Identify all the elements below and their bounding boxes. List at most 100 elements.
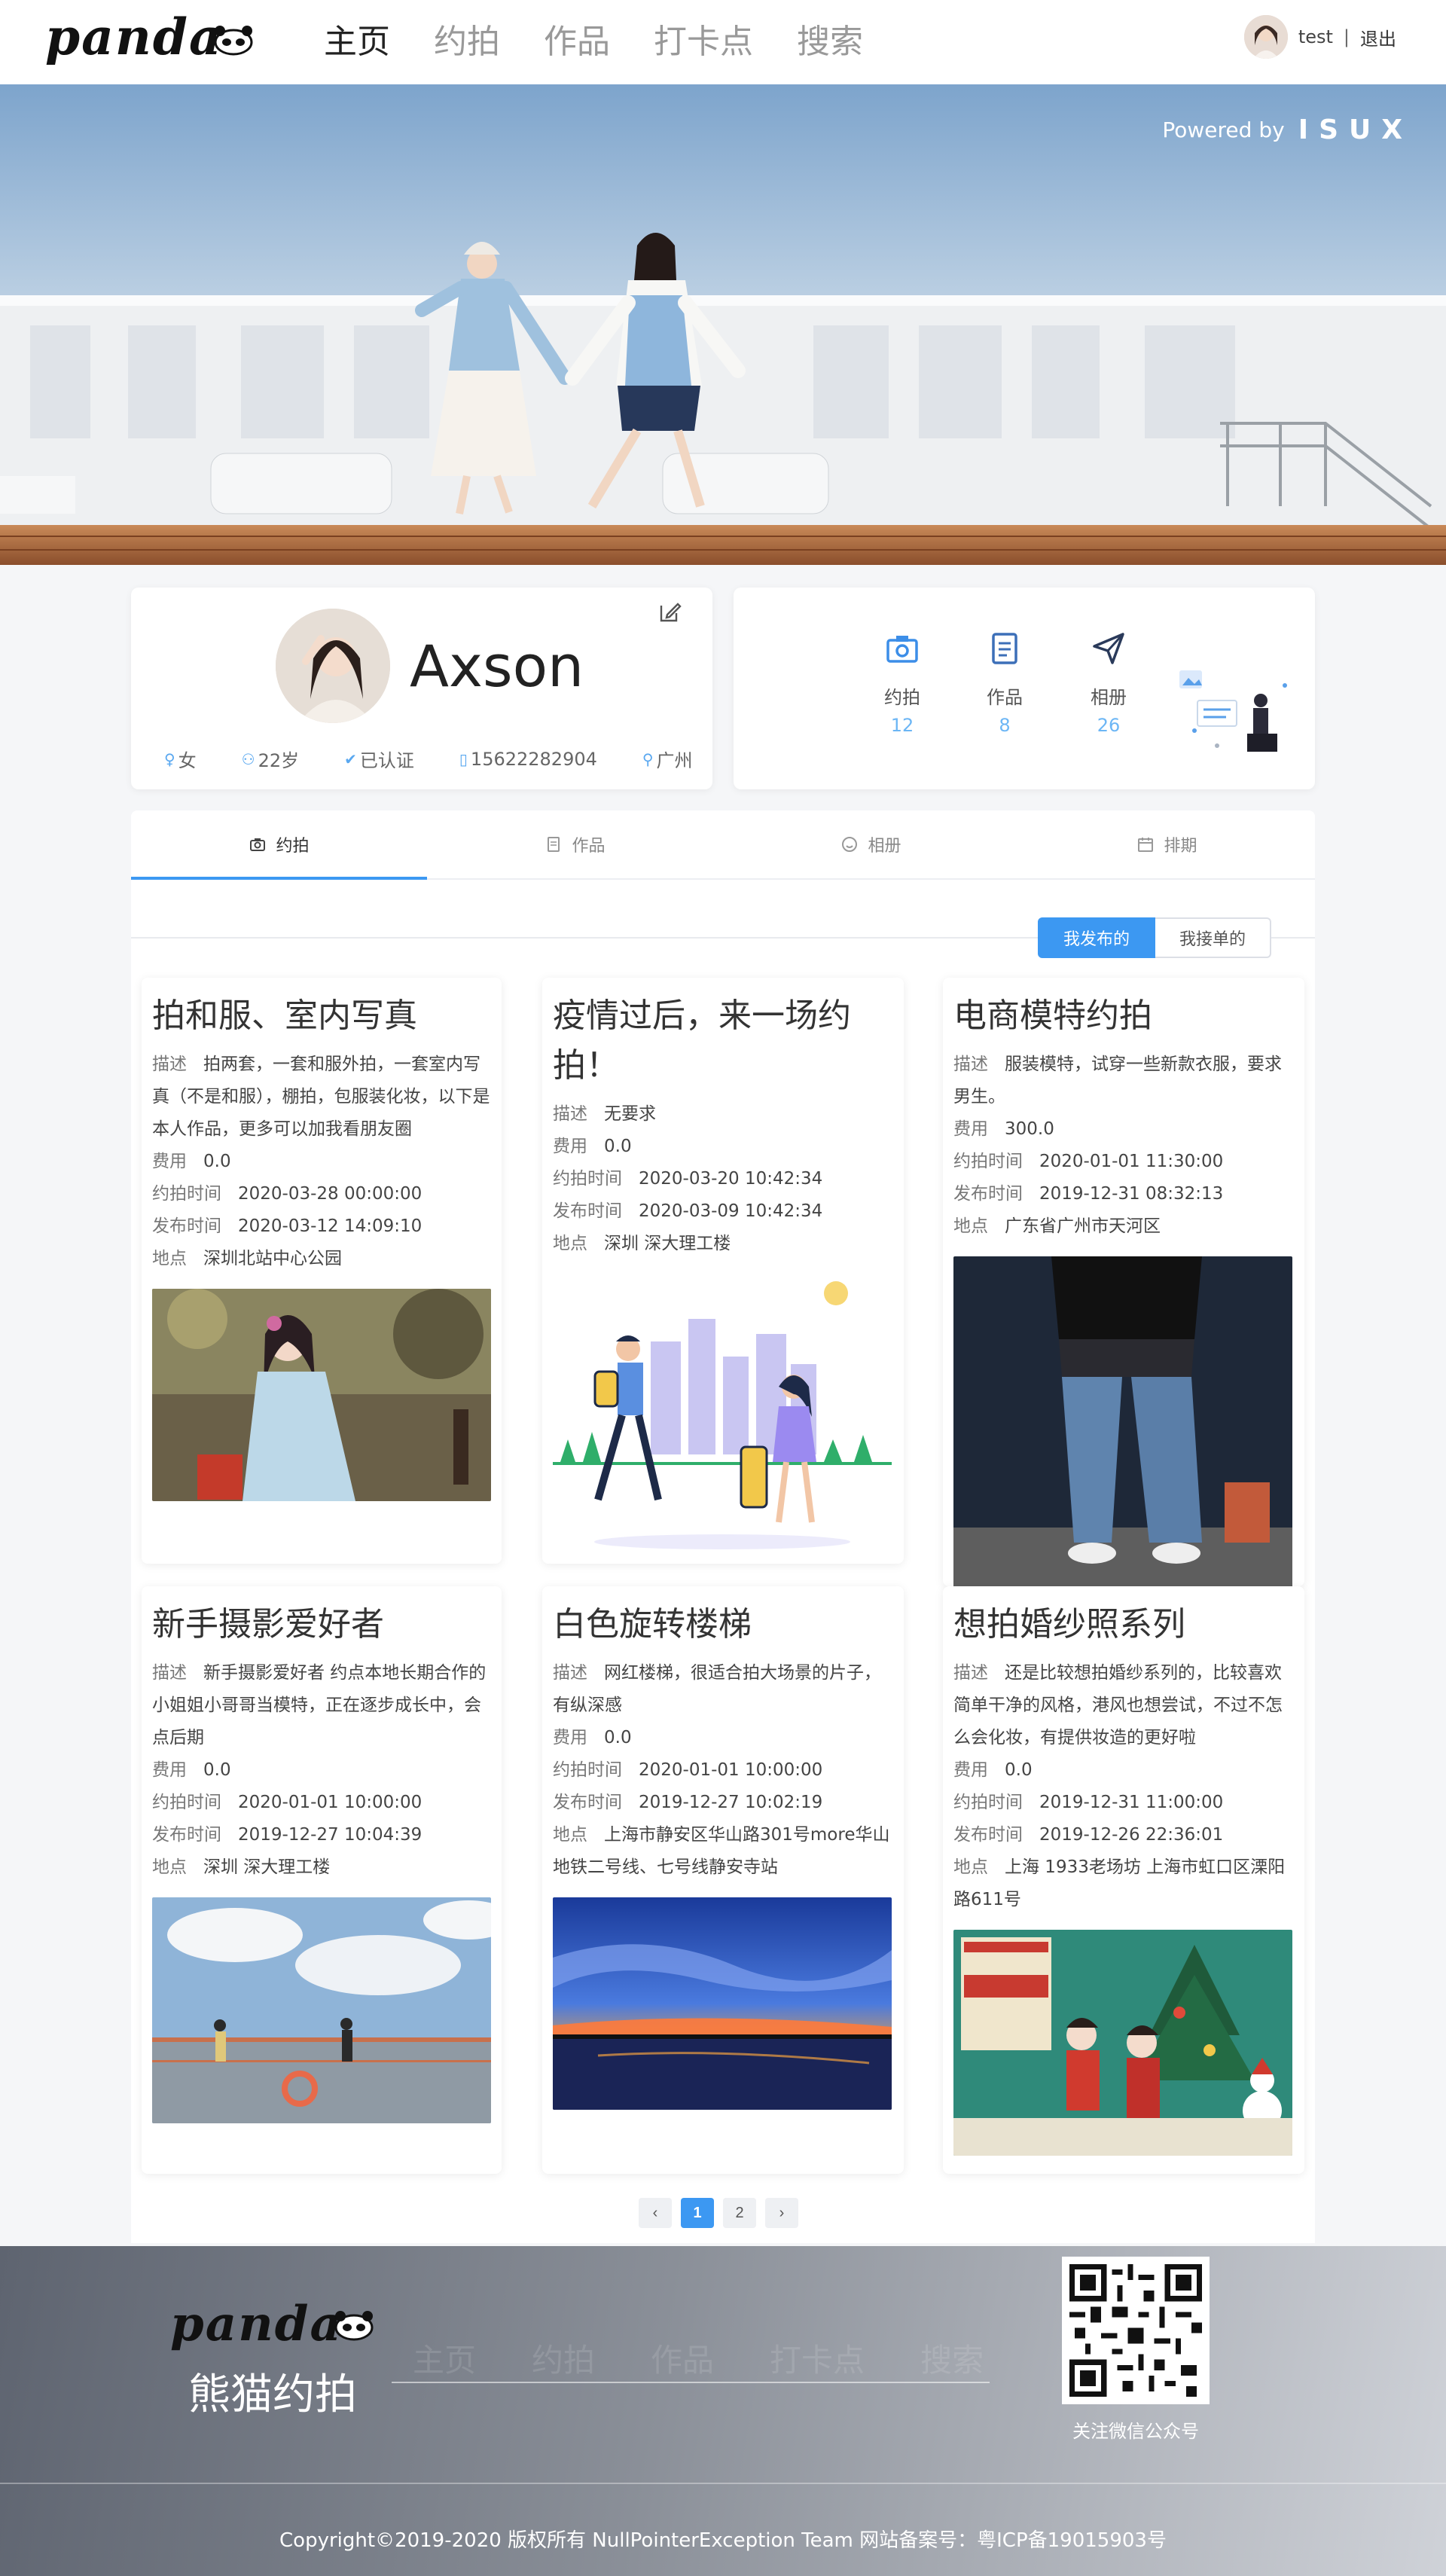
main-nav: 主页 约拍 作品 打卡点 搜索 [324, 20, 863, 65]
post-fee: 费用 0.0 [152, 1152, 231, 1171]
top-header: panda 主页 约拍 作品 打卡点 搜索 test | 退出 [0, 0, 1446, 84]
post-publish-time: 发布时间 2019-12-26 22:36:01 [953, 1825, 1224, 1845]
post-photo[interactable] [152, 1897, 502, 2123]
post-fee: 费用 0.0 [953, 1760, 1033, 1780]
footer-nav-underline [392, 2382, 990, 2383]
filter-accepted-button[interactable]: 我接单的 [1155, 917, 1271, 958]
profile-info: ♀ 女 ⚇ 22岁 ✔ 已认证 ▯ 15622282904 ⚲ 广州 [164, 746, 693, 772]
calendar-icon [1138, 838, 1154, 852]
camera-icon [250, 838, 266, 851]
post-photo[interactable] [953, 1256, 1292, 1586]
profile-avatar[interactable] [276, 609, 390, 723]
post-card[interactable]: 电商模特约拍 描述 服装模特，试穿一些新款衣服，要求男生。 费用 300.0 约拍时… [943, 978, 1304, 1586]
post-card[interactable]: 拍和服、室内写真 描述 拍两套，一套和服外拍，一套室内写真（不是和服），棚拍，包服… [142, 978, 502, 1564]
post-publish-time: 发布时间 2020-03-12 14:09:10 [152, 1216, 423, 1236]
tab-appointment[interactable]: 约拍 [131, 810, 427, 880]
nav-checkin[interactable]: 打卡点 [654, 20, 753, 65]
footer-rule [0, 2483, 1446, 2484]
post-publish-time: 发布时间 2020-03-09 10:42:34 [553, 1201, 823, 1221]
nav-search[interactable]: 搜索 [797, 20, 863, 65]
footer-nav-home[interactable]: 主页 [413, 2335, 476, 2381]
footer-nav-appointment[interactable]: 约拍 [532, 2335, 595, 2381]
site-footer: panda 熊猫约拍 主页 约拍 作品 打卡点 搜索 关注微信公众号 Copyr… [0, 2246, 1446, 2576]
smile-icon [842, 837, 858, 852]
stat-count: 8 [999, 715, 1011, 736]
hero-photo [0, 84, 1446, 565]
user-name[interactable]: test [1298, 26, 1333, 47]
profile-verified: ✔ 已认证 [344, 749, 414, 772]
post-desc: 描述 无要求 [553, 1104, 656, 1124]
page-button-2[interactable]: 2 [723, 2198, 756, 2228]
tab-label: 约拍 [276, 837, 310, 856]
nav-appointment[interactable]: 约拍 [434, 20, 500, 65]
panda-logo-icon [334, 2311, 374, 2341]
powered-by: Powered by ISUX [1162, 114, 1413, 145]
post-title: 新手摄影爱好者 [152, 1605, 384, 1644]
footer-nav: 主页 约拍 作品 打卡点 搜索 [413, 2335, 984, 2381]
stat-works[interactable]: 作品 8 [967, 630, 1042, 736]
stat-appointment[interactable]: 约拍 12 [865, 630, 940, 736]
content-tabs: 约拍 作品 相册 排期 [131, 810, 1315, 880]
filter-toggle: 我发布的 我接单的 [1037, 917, 1271, 958]
stat-label: 作品 [987, 687, 1023, 708]
stat-label: 相册 [1091, 687, 1127, 708]
post-fee: 费用 0.0 [553, 1728, 632, 1747]
post-photo[interactable] [152, 1289, 491, 1501]
logout-link[interactable]: 退出 [1360, 24, 1396, 50]
send-icon [1093, 633, 1124, 664]
prev-page-button[interactable]: ‹ [639, 2198, 672, 2228]
user-separator: | [1343, 26, 1350, 47]
edit-icon[interactable] [657, 600, 682, 625]
tab-album[interactable]: 相册 [723, 810, 1019, 878]
post-photo[interactable] [553, 1897, 892, 2110]
post-title: 拍和服、室内写真 [152, 997, 417, 1035]
post-shoot-time: 约拍时间 2020-01-01 10:00:00 [152, 1793, 423, 1812]
post-place: 地点 深圳北站中心公园 [152, 1249, 342, 1268]
post-shoot-time: 约拍时间 2019-12-31 11:00:00 [953, 1793, 1224, 1812]
panda-logo-icon [214, 26, 253, 56]
post-title: 疫情过后，来一场约拍！ [553, 997, 851, 1085]
post-place: 地点 广东省广州市天河区 [953, 1216, 1161, 1236]
page-button-1[interactable]: 1 [681, 2198, 714, 2228]
footer-nav-works[interactable]: 作品 [651, 2335, 714, 2381]
user-avatar[interactable] [1243, 15, 1288, 59]
post-card[interactable]: 新手摄影爱好者 描述 新手摄影爱好者 约点本地长期合作的小姐姐小哥哥当模特，正在逐… [142, 1586, 502, 2174]
stat-album[interactable]: 相册 26 [1071, 630, 1146, 736]
copyright-text: Copyright©2019-2020 版权所有 NullPointerExce… [279, 2529, 1167, 2552]
post-card[interactable]: 想拍婚纱照系列 描述 还是比较想拍婚纱系列的，比较喜欢简单干净的风格，港风也想尝试… [943, 1586, 1304, 2174]
isux-logo: ISUX [1298, 114, 1413, 145]
next-page-button[interactable]: › [765, 2198, 798, 2228]
document-icon [548, 837, 560, 852]
pagination: ‹ 1 2 › [639, 2198, 798, 2228]
post-title: 白色旋转楼梯 [553, 1605, 752, 1644]
female-icon: ♀ [164, 749, 175, 768]
person-icon: ⚇ [241, 749, 255, 768]
post-place: 地点 深圳 深大理工楼 [553, 1234, 731, 1253]
profile-card: Axson ♀ 女 ⚇ 22岁 ✔ 已认证 ▯ 15622282904 ⚲ 广州 [131, 588, 712, 789]
post-photo[interactable] [953, 1930, 1292, 2156]
post-place: 地点 上海市静安区华山路301号more华山 地铁二号线、七号线静安寺站 [553, 1825, 890, 1877]
tab-schedule[interactable]: 排期 [1019, 810, 1315, 878]
post-shoot-time: 约拍时间 2020-01-01 10:00:00 [553, 1760, 823, 1780]
post-title: 想拍婚纱照系列 [953, 1605, 1185, 1644]
nav-home[interactable]: 主页 [324, 20, 390, 65]
footer-logo[interactable]: panda [170, 2296, 396, 2356]
post-desc: 描述 还是比较想拍婚纱系列的，比较喜欢简单干净的风格，港风也想尝试，不过不怎么会化… [953, 1663, 1283, 1747]
post-card[interactable]: 疫情过后，来一场约拍！ 描述 无要求 费用 0.0 约拍时间 2020-03-20 1… [542, 978, 904, 1564]
post-publish-time: 发布时间 2019-12-27 10:02:19 [553, 1793, 823, 1812]
filter-published-button[interactable]: 我发布的 [1037, 917, 1155, 958]
tab-works[interactable]: 作品 [427, 810, 723, 878]
site-logo[interactable]: panda [45, 8, 256, 75]
profile-name: Axson [410, 633, 584, 700]
nav-works[interactable]: 作品 [544, 20, 610, 65]
footer-nav-search[interactable]: 搜索 [920, 2335, 984, 2381]
post-card[interactable]: 白色旋转楼梯 描述 网红楼梯，很适合拍大场景的片子，有纵深感 费用 0.0 约拍时间… [542, 1586, 904, 2174]
logo-text: panda [45, 8, 223, 66]
footer-nav-checkin[interactable]: 打卡点 [770, 2335, 865, 2381]
profile-phone: ▯ 15622282904 [459, 748, 597, 770]
post-desc: 描述 新手摄影爱好者 约点本地长期合作的小姐姐小哥哥当模特，正在逐步成长中，会点后… [152, 1663, 487, 1747]
tab-label: 作品 [572, 837, 606, 856]
post-illustration[interactable] [553, 1274, 892, 1557]
post-desc: 描述 网红楼梯，很适合拍大场景的片子，有纵深感 [553, 1663, 881, 1715]
document-icon [992, 633, 1017, 664]
